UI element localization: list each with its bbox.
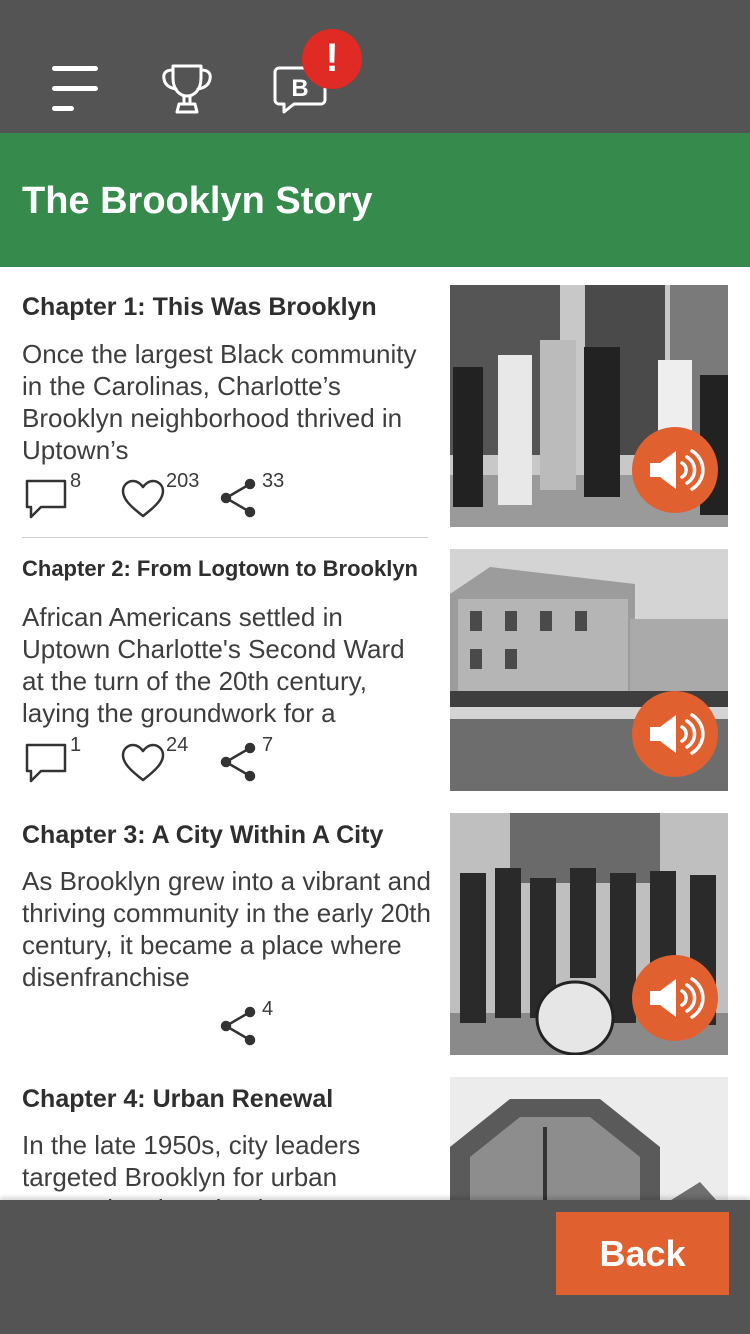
heart-icon (121, 479, 165, 518)
share-icon (220, 478, 256, 518)
share-icon (220, 1006, 256, 1046)
chapter-description: As Brooklyn grew into a vibrant and thri… (22, 866, 431, 992)
share-button[interactable]: 7 (217, 734, 297, 786)
chapter-title[interactable]: Chapter 1: This Was Brooklyn (22, 291, 437, 323)
comment-count: 1 (70, 734, 82, 756)
chapter-title[interactable]: Chapter 3: A City Within A City (22, 819, 437, 851)
audio-button[interactable] (632, 691, 718, 777)
chapter-image[interactable] (450, 549, 728, 791)
alert-badge[interactable]: ! (302, 29, 362, 89)
share-button[interactable]: 33 (217, 470, 297, 522)
chapter-description: African Americans settled in Uptown Char… (22, 602, 405, 728)
trophy-icon[interactable] (160, 62, 214, 118)
chapter-title[interactable]: Chapter 2: From Logtown to Brooklyn (22, 555, 437, 583)
share-count: 7 (262, 734, 274, 756)
comment-count: 8 (70, 470, 82, 492)
like-count: 24 (166, 734, 189, 756)
chapter-card-4[interactable]: Chapter 4: Urban Renewal In the late 195… (0, 1059, 750, 1200)
page-title: The Brooklyn Story (22, 180, 373, 222)
share-button[interactable]: 4 (217, 998, 297, 1050)
like-button[interactable]: 24 (120, 734, 210, 786)
chapter-list[interactable]: Chapter 1: This Was Brooklyn Once the la… (0, 267, 750, 1200)
share-icon (220, 742, 256, 782)
audio-button[interactable] (632, 955, 718, 1041)
share-count: 33 (262, 470, 285, 492)
chapter-description: In the late 1950s, city leaders targeted… (22, 1130, 361, 1200)
comment-button[interactable]: 1 (22, 734, 82, 786)
chapter-card-1[interactable]: Chapter 1: This Was Brooklyn Once the la… (0, 267, 750, 538)
chapter-card-3[interactable]: Chapter 3: A City Within A City As Brook… (0, 795, 750, 1059)
like-count: 203 (166, 470, 200, 492)
heart-icon (121, 743, 165, 782)
speaker-icon (650, 977, 705, 1019)
chapter-description: Once the largest Black community in the … (22, 339, 417, 465)
back-button[interactable]: Back (556, 1212, 729, 1295)
chapter-title[interactable]: Chapter 4: Urban Renewal (22, 1083, 437, 1115)
speaker-icon (650, 713, 705, 755)
comment-button[interactable]: 8 (22, 470, 82, 522)
chapter-image[interactable] (450, 1077, 728, 1200)
speaker-icon (650, 449, 705, 491)
top-bar (0, 0, 750, 133)
like-button[interactable]: 203 (120, 470, 210, 522)
chapter-card-2[interactable]: Chapter 2: From Logtown to Brooklyn Afri… (0, 531, 750, 795)
chapter-image[interactable] (450, 285, 728, 527)
comment-icon (25, 743, 67, 783)
menu-icon[interactable] (48, 60, 102, 118)
chapter-image[interactable] (450, 813, 728, 1055)
share-count: 4 (262, 998, 274, 1020)
audio-button[interactable] (632, 427, 718, 513)
comment-icon (25, 479, 67, 519)
chat-icon-letter: B (291, 75, 308, 102)
